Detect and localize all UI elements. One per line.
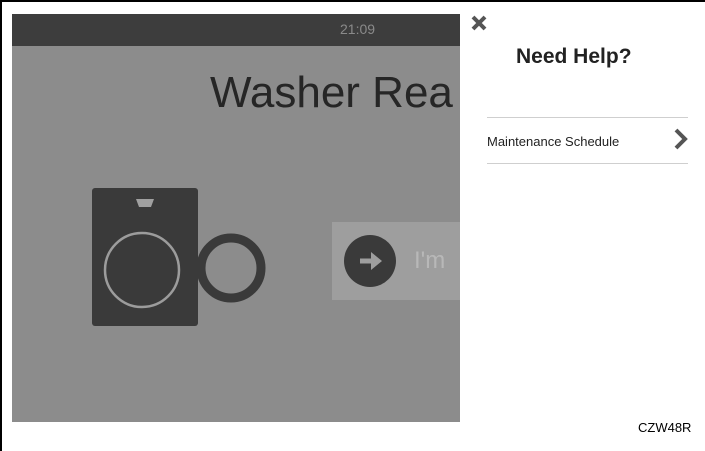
- ready-button-label: I'm: [414, 247, 446, 274]
- chevron-right-icon: [674, 128, 688, 154]
- menu-item-label: Maintenance Schedule: [487, 133, 620, 149]
- help-panel: [460, 14, 705, 422]
- menu-item-maintenance-schedule[interactable]: Maintenance Schedule: [487, 118, 688, 164]
- close-icon[interactable]: [470, 14, 490, 34]
- washer-screen-dimmed: 21:09 Washer Rea I'm: [12, 14, 460, 422]
- figure-code: CZW48R: [638, 420, 692, 435]
- divider-bottom: [487, 163, 688, 164]
- arrow-right-icon: [344, 235, 396, 287]
- im-ready-button[interactable]: I'm: [332, 222, 460, 300]
- help-title: Need Help?: [516, 45, 632, 68]
- screen-title: Washer Rea: [210, 68, 453, 117]
- status-bar: 21:09: [12, 14, 460, 46]
- status-clock: 21:09: [340, 21, 376, 37]
- washer-icon: [92, 188, 266, 326]
